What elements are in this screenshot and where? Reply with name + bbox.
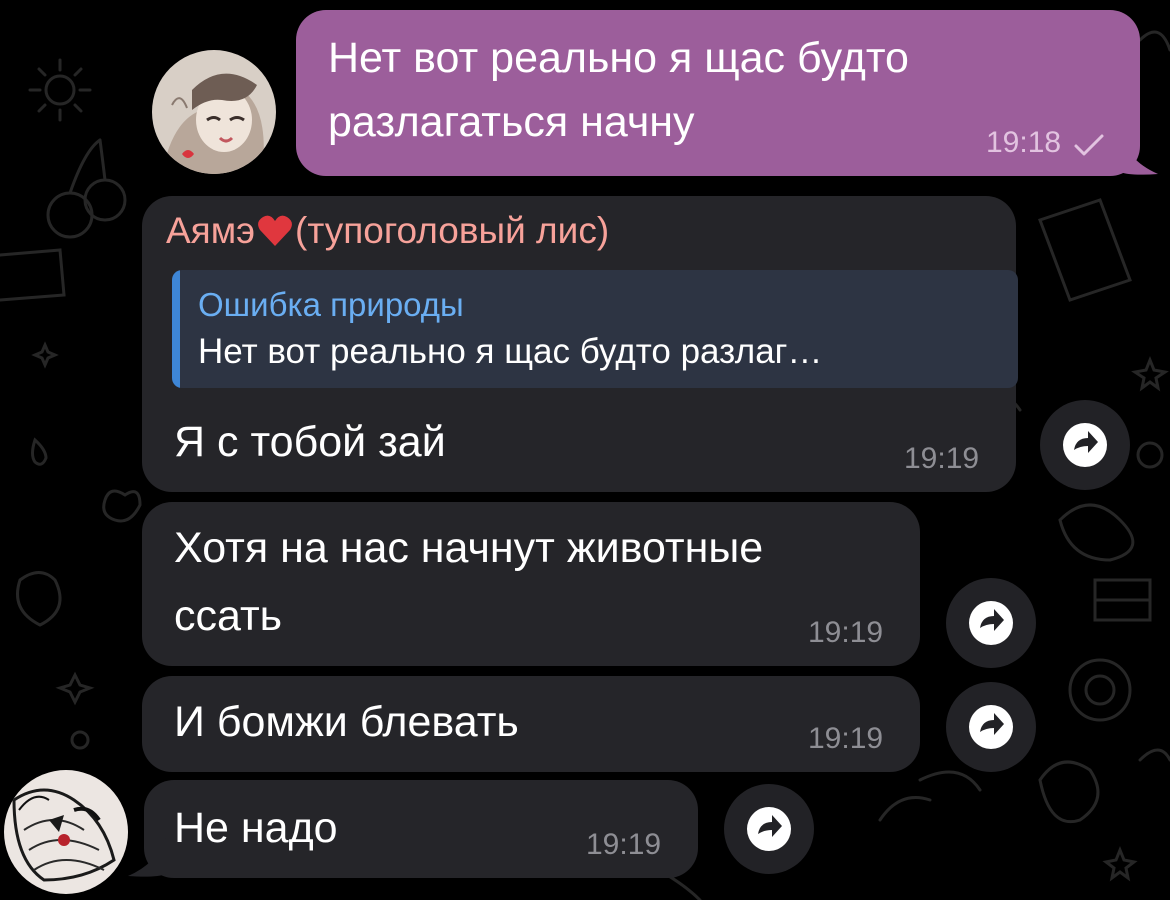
bubble-tail-outgoing	[1120, 136, 1158, 175]
message-time: 19:19	[904, 442, 980, 475]
reply-accent-bar	[172, 270, 180, 388]
message-bubble-incoming[interactable]: Хотя на нас начнут животные ссать 19:19	[142, 502, 920, 666]
message-bubble-incoming[interactable]: И бомжи блевать 19:19	[142, 676, 920, 772]
message-text-line-2: разлагаться начну	[328, 98, 695, 146]
message-time: 19:19	[808, 616, 884, 649]
share-arrow-icon	[969, 601, 1013, 645]
bubble-tail-incoming	[128, 838, 166, 877]
sender-name-prefix: Аямэ	[166, 210, 256, 251]
message-time: 19:19	[586, 828, 662, 861]
message-text-line-1: Хотя на нас начнут животные	[174, 524, 764, 572]
message-text-line-1: Нет вот реально я щас будто	[328, 34, 909, 82]
sender-avatar-outgoing[interactable]	[152, 50, 276, 174]
message-time: 19:19	[808, 722, 884, 755]
sender-name[interactable]: Аямэ (тупоголовый лис)	[166, 210, 609, 252]
message-time: 19:18	[986, 126, 1062, 159]
heart-icon	[258, 215, 292, 246]
share-button[interactable]	[946, 682, 1036, 772]
message-text-line-1: И бомжи блевать	[174, 698, 519, 746]
message-bubble-incoming[interactable]: Не надо 19:19	[144, 780, 698, 878]
message-text-line-1: Не надо	[174, 804, 338, 852]
share-arrow-icon	[969, 705, 1013, 749]
message-text-line-1: Я с тобой зай	[174, 418, 446, 466]
message-text-line-2: ссать	[174, 592, 283, 640]
sender-name-suffix: (тупоголовый лис)	[295, 210, 610, 251]
reply-quote[interactable]: Ошибка природы Нет вот реально я щас буд…	[172, 270, 1018, 388]
reply-author: Ошибка природы	[198, 286, 464, 323]
share-button[interactable]	[1040, 400, 1130, 490]
reply-text: Нет вот реально я щас будто разлаг…	[198, 332, 823, 371]
share-arrow-icon	[1063, 423, 1107, 467]
checkmark-icon	[1074, 134, 1104, 156]
share-button[interactable]	[724, 784, 814, 874]
message-bubble-incoming-reply[interactable]: Аямэ (тупоголовый лис) Ошибка природы Не…	[142, 196, 1018, 492]
sender-avatar-incoming[interactable]	[4, 770, 128, 894]
message-bubble-outgoing[interactable]: Нет вот реально я щас будто разлагаться …	[296, 10, 1140, 176]
share-arrow-icon	[747, 807, 791, 851]
share-button[interactable]	[946, 578, 1036, 668]
